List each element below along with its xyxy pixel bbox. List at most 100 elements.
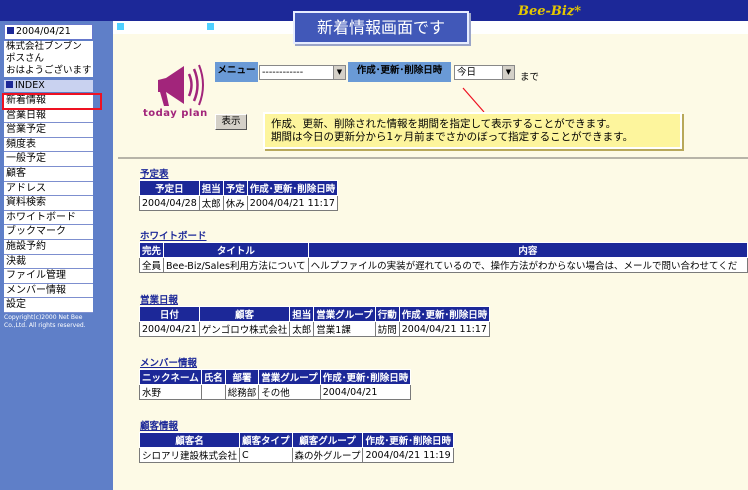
table-cell: 休み xyxy=(222,195,248,211)
sidebar-item-files[interactable]: ファイル管理 xyxy=(4,269,93,284)
menu-select[interactable]: ------------ ▼ xyxy=(259,65,346,80)
table-cell: 2004/04/21 11:17 xyxy=(398,321,491,337)
column-header: 予定 xyxy=(222,180,248,196)
divider xyxy=(118,157,748,159)
section-title-schedule[interactable]: 予定表 xyxy=(140,166,169,180)
whiteboard-table: 完先 タイトル 内容 全員 Bee-Biz/Sales利用方法について ヘルプフ… xyxy=(138,242,748,273)
date-select[interactable]: 今日 ▼ xyxy=(454,65,515,80)
sidebar-item-daily-report[interactable]: 営業日報 xyxy=(4,108,93,124)
column-header: ニックネーム xyxy=(139,369,202,385)
table-cell: 太郎 xyxy=(198,195,224,211)
square-icon xyxy=(6,81,13,88)
sidebar-item-news[interactable]: 新着情報 xyxy=(4,94,93,109)
sidebar-item-frequency[interactable]: 頻度表 xyxy=(4,137,93,153)
table-cell: Bee-Biz/Sales利用方法について xyxy=(163,257,309,273)
greeting-line: 株式会社ブンブン xyxy=(6,41,82,52)
copyright-line: Copyright(c)2000 Net Bee xyxy=(4,314,83,321)
table-cell: 訪問 xyxy=(374,321,400,337)
table-cell: C xyxy=(239,447,293,463)
schedule-table: 予定日 担当 予定 作成･更新･削除日時 2004/04/28 太郎 休み 20… xyxy=(139,180,339,211)
greeting-line: おはようございます xyxy=(6,65,92,76)
sidebar-item-facility[interactable]: 施設予約 xyxy=(4,239,93,255)
sidebar-item-approval[interactable]: 決裁 xyxy=(4,254,93,270)
column-header: 日付 xyxy=(139,306,200,322)
table-cell: 2004/04/21 11:19 xyxy=(362,447,454,463)
column-header: 氏名 xyxy=(200,369,226,385)
table-row: 水野 総務部 その他 2004/04/21 xyxy=(139,384,412,400)
table-header-row: 完先 タイトル 内容 xyxy=(138,242,748,258)
date-select-value: 今日 xyxy=(457,67,477,78)
table-header-row: 顧客名 顧客タイプ 顧客グループ 作成･更新･削除日時 xyxy=(138,432,454,448)
column-header: 作成･更新･削除日時 xyxy=(362,432,454,448)
column-header: 作成･更新･削除日時 xyxy=(398,306,491,322)
column-header: 作成･更新･削除日時 xyxy=(319,369,412,385)
sidebar-item-bookmark[interactable]: ブックマーク xyxy=(4,225,93,240)
column-header: 作成･更新･削除日時 xyxy=(246,180,339,196)
table-row: 2004/04/28 太郎 休み 2004/04/21 11:17 xyxy=(139,195,339,211)
tab-news-label: 新着情報 xyxy=(138,22,177,33)
table-row: シロアリ建設株式会社 C 森の外グループ 2004/04/21 11:19 xyxy=(138,447,454,463)
show-button[interactable]: 表示 xyxy=(215,114,247,130)
column-header: 内容 xyxy=(307,242,748,258)
column-header: 完先 xyxy=(138,242,165,258)
tab-bar: 新着情報 HOME xyxy=(117,21,285,34)
column-header: 担当 xyxy=(198,180,224,196)
section-title-daily-report[interactable]: 営業日報 xyxy=(140,292,178,306)
table-cell: その他 xyxy=(258,384,321,400)
table-cell: 2004/04/21 xyxy=(319,384,412,400)
section-title-whiteboard[interactable]: ホワイトボード xyxy=(140,228,207,242)
table-cell: ヘルプファイルの実装が遅れているので、操作方法がわからない場合は、メールで問い合… xyxy=(307,257,748,273)
table-cell: 全員 xyxy=(138,257,165,273)
daily-report-table: 日付 顧客 担当 営業グループ 行動 作成･更新･削除日時 2004/04/21… xyxy=(139,306,491,337)
table-cell: 太郎 xyxy=(289,321,315,337)
date-label: 作成･更新･削除日時 xyxy=(348,62,451,82)
sidebar-item-customer[interactable]: 顧客 xyxy=(4,166,93,182)
square-icon xyxy=(207,23,215,30)
menu-select-value: ------------ xyxy=(262,67,304,78)
index-header: INDEX xyxy=(4,80,93,92)
square-icon xyxy=(117,23,124,30)
sidebar-item-general-plan[interactable]: 一般予定 xyxy=(4,152,93,167)
column-header: 顧客タイプ xyxy=(239,432,293,448)
table-row: 2004/04/21 ゲンゴロウ株式会社 太郎 営業1課 訪問 2004/04/… xyxy=(139,321,491,337)
copyright-line: Co.,Ltd. All rights reserved. xyxy=(4,322,86,329)
column-header: 顧客 xyxy=(198,306,291,322)
table-header-row: 日付 顧客 担当 営業グループ 行動 作成･更新･削除日時 xyxy=(139,306,491,322)
column-header: 顧客グループ xyxy=(291,432,364,448)
column-header: タイトル xyxy=(163,242,309,258)
table-header-row: 予定日 担当 予定 作成･更新･削除日時 xyxy=(139,180,339,196)
tab-news[interactable]: 新着情報 xyxy=(117,22,190,33)
until-text: まで xyxy=(520,72,540,83)
help-line: 期間は今日の更新分から1ヶ月前までさかのぼって指定することができます。 xyxy=(271,131,634,143)
sidebar-item-settings[interactable]: 設定 xyxy=(4,298,93,313)
table-header-row: ニックネーム 氏名 部署 営業グループ 作成･更新･削除日時 xyxy=(139,369,412,385)
sidebar-item-members[interactable]: メンバー情報 xyxy=(4,283,93,299)
table-cell xyxy=(200,384,226,400)
date-text: 2004/04/21 xyxy=(16,26,71,37)
table-cell: 2004/04/28 xyxy=(139,195,200,211)
sidebar-item-document-search[interactable]: 資料検索 xyxy=(4,196,93,211)
sidebar-item-whiteboard[interactable]: ホワイトボード xyxy=(4,210,93,226)
greeting-line: ポスさん xyxy=(6,53,45,64)
current-date: 2004/04/21 xyxy=(4,24,93,40)
chevron-down-icon: ▼ xyxy=(502,66,514,79)
table-cell: 総務部 xyxy=(224,384,260,400)
page-title-callout: 新着情報画面です xyxy=(293,11,469,44)
help-line: 作成、更新、削除された情報を期間を指定して表示することができます。 xyxy=(271,118,617,130)
square-icon xyxy=(7,27,14,34)
table-cell: 2004/04/21 11:17 xyxy=(246,195,339,211)
table-cell: ゲンゴロウ株式会社 xyxy=(198,321,291,337)
member-table: ニックネーム 氏名 部署 営業グループ 作成･更新･削除日時 水野 総務部 その… xyxy=(139,369,412,400)
greeting: 株式会社ブンブン ポスさん おはようございます xyxy=(4,41,93,77)
sidebar-item-sales-plan[interactable]: 営業予定 xyxy=(4,123,93,138)
column-header: 予定日 xyxy=(139,180,200,196)
section-title-customers[interactable]: 顧客情報 xyxy=(140,418,178,432)
tab-home[interactable]: HOME xyxy=(207,22,271,33)
column-header: 顧客名 xyxy=(138,432,241,448)
table-cell: 営業1課 xyxy=(313,321,376,337)
section-title-members[interactable]: メンバー情報 xyxy=(140,355,197,369)
customer-table: 顧客名 顧客タイプ 顧客グループ 作成･更新･削除日時 シロアリ建設株式会社 C… xyxy=(138,432,454,463)
sidebar-item-address[interactable]: アドレス xyxy=(4,181,93,197)
logo-text: today plan xyxy=(143,108,208,119)
copyright: Copyright(c)2000 Net Bee Co.,Ltd. All ri… xyxy=(4,314,112,330)
